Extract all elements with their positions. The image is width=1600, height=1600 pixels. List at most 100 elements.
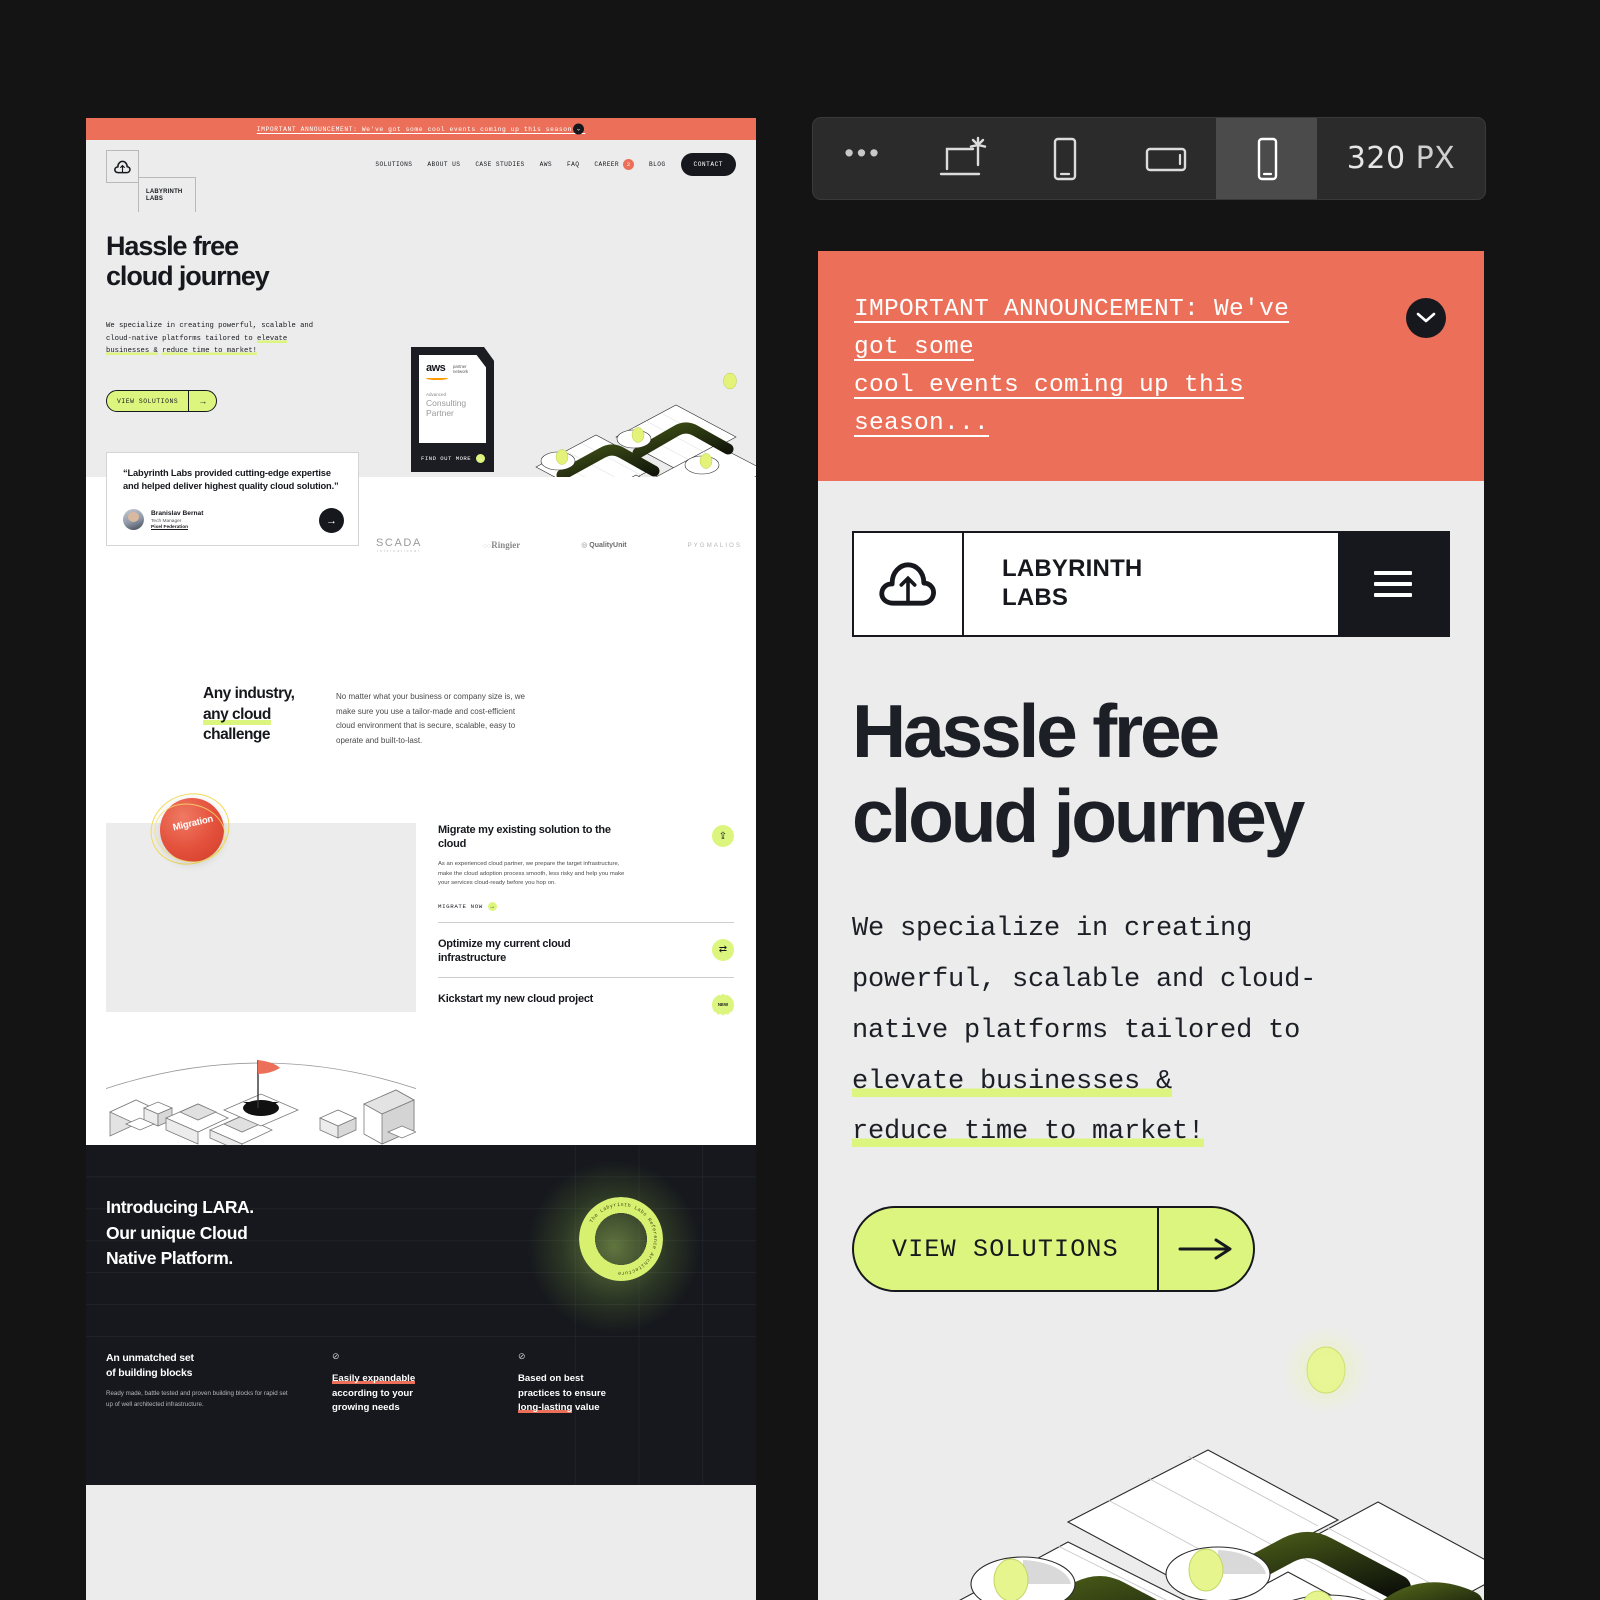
hero-subtitle-highlight-2: reduce time to market! bbox=[162, 347, 257, 356]
cloud-upload-icon: ⇪ bbox=[712, 825, 734, 848]
aws-partner-badge[interactable]: aws partner network Advanced Consulting Pa… bbox=[411, 347, 494, 472]
arrow-right-icon: → bbox=[476, 454, 486, 463]
arrow-right-glyph bbox=[1178, 1238, 1232, 1260]
hero-title-line2: cloud journey bbox=[106, 261, 270, 292]
mobile-logo-wordmark-text: LABYRINTH LABS bbox=[1002, 555, 1143, 611]
testimonial-quote: “Labyrinth Labs provided cutting-edge ex… bbox=[123, 468, 339, 492]
mobile-hero-title-line2: cloud journey bbox=[852, 773, 1305, 858]
career-count-badge: 2 bbox=[623, 159, 635, 170]
service-item[interactable]: Optimize my current cloud infrastructure… bbox=[438, 937, 734, 978]
maze-illustration bbox=[959, 1326, 1484, 1600]
chevron-down-icon[interactable] bbox=[1406, 298, 1446, 338]
lara-feature-highlight: long-lasting bbox=[518, 1402, 573, 1414]
toolbar-tablet-landscape-button[interactable] bbox=[1115, 118, 1216, 199]
hero-title-line1: Hassle free bbox=[106, 231, 239, 261]
cloud-logo-icon bbox=[114, 160, 131, 173]
lara-feature-highlight: Easily expandable bbox=[332, 1373, 416, 1385]
mobile-menu-button[interactable] bbox=[1338, 532, 1448, 635]
mobile-sub-l3: native platforms tailored to bbox=[852, 1015, 1301, 1046]
hero-subtitle: We specialize in creating powerful, scal… bbox=[106, 320, 316, 358]
services-section: Migration Migrate my existing solution t… bbox=[86, 748, 756, 1146]
aws-partner-network-text: partner network bbox=[453, 364, 469, 375]
client-logos-row: SCADA international ○○Ringier ◎ QualityU… bbox=[376, 537, 742, 553]
industry-title-line3: challenge bbox=[203, 726, 271, 744]
client-logo-ringier: ○○Ringier bbox=[482, 540, 521, 550]
testimonial-card: “Labyrinth Labs provided cutting-edge ex… bbox=[106, 452, 359, 547]
nav-item-blog[interactable]: BLOG bbox=[649, 161, 665, 168]
desktop-announcement-bar[interactable]: IMPORTANT ANNOUNCEMENT: We've got some c… bbox=[86, 118, 756, 140]
aws-smile-icon bbox=[426, 375, 448, 380]
lara-feature-title: An unmatched set of building blocks bbox=[106, 1352, 194, 1379]
chevron-down-icon[interactable]: ⌄ bbox=[573, 123, 584, 135]
migrate-now-link[interactable]: MIGRATE NOW → bbox=[438, 901, 734, 911]
arrow-right-icon: → bbox=[487, 901, 497, 911]
tablet-landscape-icon bbox=[1145, 147, 1186, 171]
view-solutions-button[interactable]: VIEW SOLUTIONS → bbox=[106, 390, 218, 412]
lara-feature-text: Easily expandable according to your growin… bbox=[332, 1373, 416, 1414]
logo-mark[interactable] bbox=[106, 150, 139, 183]
nav-item-career[interactable]: CAREER 2 bbox=[594, 159, 635, 170]
swap-arrows-icon: ⇄ bbox=[712, 938, 734, 961]
lara-feature-expandable: ⊘ Easily expandable according to your grow… bbox=[332, 1351, 482, 1415]
mobile-view-solutions-button[interactable]: VIEW SOLUTIONS bbox=[852, 1206, 1255, 1293]
client-logo-qualityunit: ◎ QualityUnit bbox=[581, 542, 627, 549]
view-solutions-label: VIEW SOLUTIONS bbox=[117, 397, 179, 405]
aws-title: Consulting Partner bbox=[426, 398, 467, 419]
industry-title-line2: any cloud bbox=[203, 704, 271, 726]
toolbar-new-breakpoint-button[interactable] bbox=[913, 118, 1014, 199]
avatar bbox=[123, 509, 144, 531]
nav-item-aws[interactable]: AWS bbox=[540, 161, 552, 168]
client-logo-pygmalios: PYGMALIOS bbox=[687, 541, 742, 549]
mobile-announcement-line1: IMPORTANT ANNOUNCEMENT: We've got some bbox=[854, 296, 1290, 361]
lara-feature-primary: An unmatched set of building blocks Ready… bbox=[106, 1351, 296, 1415]
check-circle-icon: ⊘ bbox=[518, 1351, 526, 1362]
testimonial-next-button[interactable]: → bbox=[319, 508, 344, 534]
aws-wordmark: aws bbox=[426, 362, 446, 374]
cloud-logo-icon bbox=[879, 562, 936, 606]
industry-body: No matter what your business or company … bbox=[336, 692, 525, 745]
toolbar-more-button[interactable]: ••• bbox=[813, 118, 913, 199]
lara-title-line2: Our unique Cloud bbox=[106, 1222, 248, 1243]
nav-item-career-label[interactable]: CAREER bbox=[594, 161, 619, 168]
mobile-announcement-bar[interactable]: IMPORTANT ANNOUNCEMENT: We've got some c… bbox=[818, 251, 1484, 481]
migration-badge: Migration bbox=[140, 782, 240, 876]
migrate-now-label: MIGRATE NOW bbox=[438, 902, 483, 910]
nav-item-about-us[interactable]: ABOUT US bbox=[427, 161, 460, 168]
hero-title: Hassle free cloud journey bbox=[106, 231, 270, 292]
desktop-nav: SOLUTIONS ABOUT US CASE STUDIES AWS FAQ … bbox=[375, 153, 736, 176]
logo-wordmark[interactable]: LABYRINTH LABS bbox=[138, 177, 196, 215]
nav-item-case-studies[interactable]: CASE STUDIES bbox=[475, 161, 524, 168]
arrow-right-icon bbox=[1156, 1208, 1253, 1291]
service-item[interactable]: Kickstart my new cloud project NEW bbox=[438, 992, 734, 1017]
mobile-preview-frame: IMPORTANT ANNOUNCEMENT: We've got some c… bbox=[818, 251, 1484, 1600]
nav-item-solutions[interactable]: SOLUTIONS bbox=[375, 161, 412, 168]
mobile-maze-illustration bbox=[818, 1322, 1484, 1600]
lara-title-line1: Introducing LARA. bbox=[106, 1197, 254, 1218]
industry-section: Any industry, any cloud challenge No mat… bbox=[86, 642, 756, 749]
mobile-logo-mark[interactable] bbox=[854, 532, 964, 635]
toolbar-tablet-portrait-button[interactable] bbox=[1014, 118, 1115, 199]
check-circle-icon: ⊘ bbox=[332, 1351, 340, 1362]
services-isometric-scene bbox=[106, 1012, 416, 1146]
mobile-view-solutions-label: VIEW SOLUTIONS bbox=[892, 1234, 1119, 1264]
mobile-sub-l4: elevate businesses & bbox=[852, 1066, 1173, 1097]
desktop-preview-frame: IMPORTANT ANNOUNCEMENT: We've got some c… bbox=[86, 118, 756, 1600]
toolbar-width-value[interactable]: 320 PX bbox=[1317, 118, 1485, 199]
tablet-portrait-icon bbox=[1053, 137, 1076, 180]
nav-item-faq[interactable]: FAQ bbox=[567, 161, 579, 168]
ellipsis-icon: ••• bbox=[844, 137, 882, 168]
toolbar-mobile-portrait-button[interactable] bbox=[1216, 118, 1317, 199]
mobile-announcement-line2: cool events coming up this season... bbox=[854, 371, 1245, 437]
mobile-logo-wordmark[interactable]: LABYRINTH LABS bbox=[964, 533, 1338, 635]
service-description: As an experienced cloud partner, we prep… bbox=[438, 860, 625, 887]
mobile-hero-title: Hassle free cloud journey bbox=[852, 689, 1450, 859]
industry-title: Any industry, any cloud challenge bbox=[106, 684, 306, 748]
canvas: IMPORTANT ANNOUNCEMENT: We've got some c… bbox=[0, 0, 1600, 1600]
aws-logo: aws partner network bbox=[426, 363, 479, 380]
aws-tier-label: Advanced bbox=[426, 392, 447, 397]
contact-button[interactable]: CONTACT bbox=[680, 153, 736, 176]
find-out-more-link[interactable]: FIND OUT MORE → bbox=[419, 454, 486, 463]
mobile-portrait-icon bbox=[1257, 137, 1277, 180]
testimonial-author: Branislav Bernat Tech Manager Pixel Fede… bbox=[123, 508, 344, 534]
service-item[interactable]: Migrate my existing solution to the clou… bbox=[438, 823, 734, 923]
